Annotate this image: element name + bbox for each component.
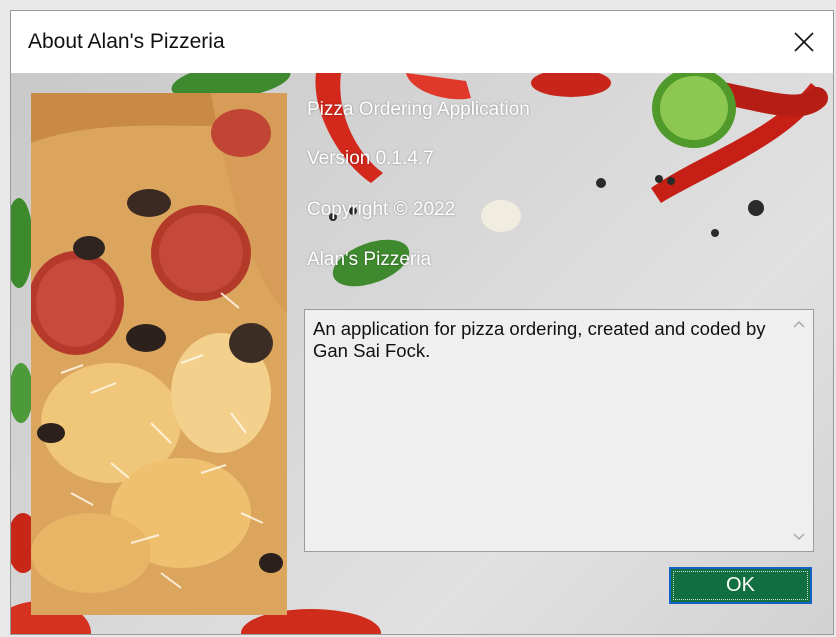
chevron-down-icon (793, 533, 805, 541)
ok-button[interactable]: OK (669, 567, 812, 604)
scroll-down-button[interactable] (785, 523, 813, 551)
close-button[interactable] (775, 11, 833, 73)
title-bar: About Alan's Pizzeria (11, 11, 833, 73)
description-textbox[interactable]: An application for pizza ordering, creat… (304, 309, 814, 552)
pizza-logo-image (31, 93, 287, 615)
window-title: About Alan's Pizzeria (28, 30, 225, 53)
description-text: An application for pizza ordering, creat… (313, 318, 766, 361)
copyright-label: Copyright © 2022 (307, 199, 456, 220)
pizza-image (31, 93, 287, 615)
dialog-body: Pizza Ordering Application Version 0.1.4… (11, 73, 833, 634)
company-name-label: Alan's Pizzeria (307, 249, 432, 270)
chevron-up-icon (793, 320, 805, 328)
scroll-up-button[interactable] (785, 310, 813, 338)
product-name-label: Pizza Ordering Application (307, 99, 530, 120)
close-icon (794, 32, 814, 52)
about-dialog: About Alan's Pizzeria Pizza Ordering App… (10, 10, 834, 635)
description-scrollbar[interactable] (785, 310, 813, 551)
version-label: Version 0.1.4.7 (307, 148, 434, 169)
